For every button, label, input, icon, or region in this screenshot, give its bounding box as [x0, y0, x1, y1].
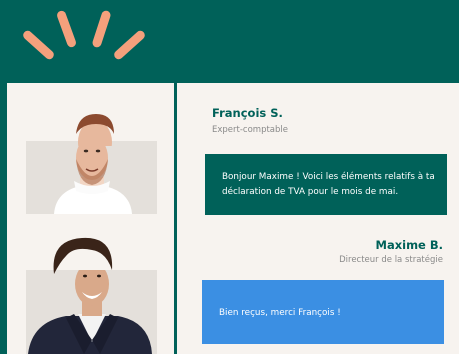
sender-name: Maxime B.: [375, 238, 443, 252]
message-bubble: Bonjour Maxime ! Voici les éléments rela…: [205, 154, 447, 215]
avatar-francois-hair: [76, 114, 114, 146]
message-bubble: Bien reçus, merci François !: [202, 280, 444, 344]
sun-ray: [112, 28, 147, 62]
message-text: Bien reçus, merci François !: [219, 308, 341, 318]
sender-name: François S.: [212, 106, 283, 120]
sun-ray: [55, 9, 78, 49]
avatar-francois: [26, 141, 157, 214]
sender-role: Directeur de la stratégie: [339, 255, 443, 265]
header-banner: [0, 0, 459, 82]
avatar-maxime: [26, 270, 157, 354]
sender-role: Expert-comptable: [212, 125, 288, 135]
sun-ray: [21, 28, 56, 62]
message-text: Bonjour Maxime ! Voici les éléments rela…: [222, 172, 435, 197]
avatar-maxime-hair: [53, 237, 113, 274]
sun-ray: [91, 9, 112, 49]
